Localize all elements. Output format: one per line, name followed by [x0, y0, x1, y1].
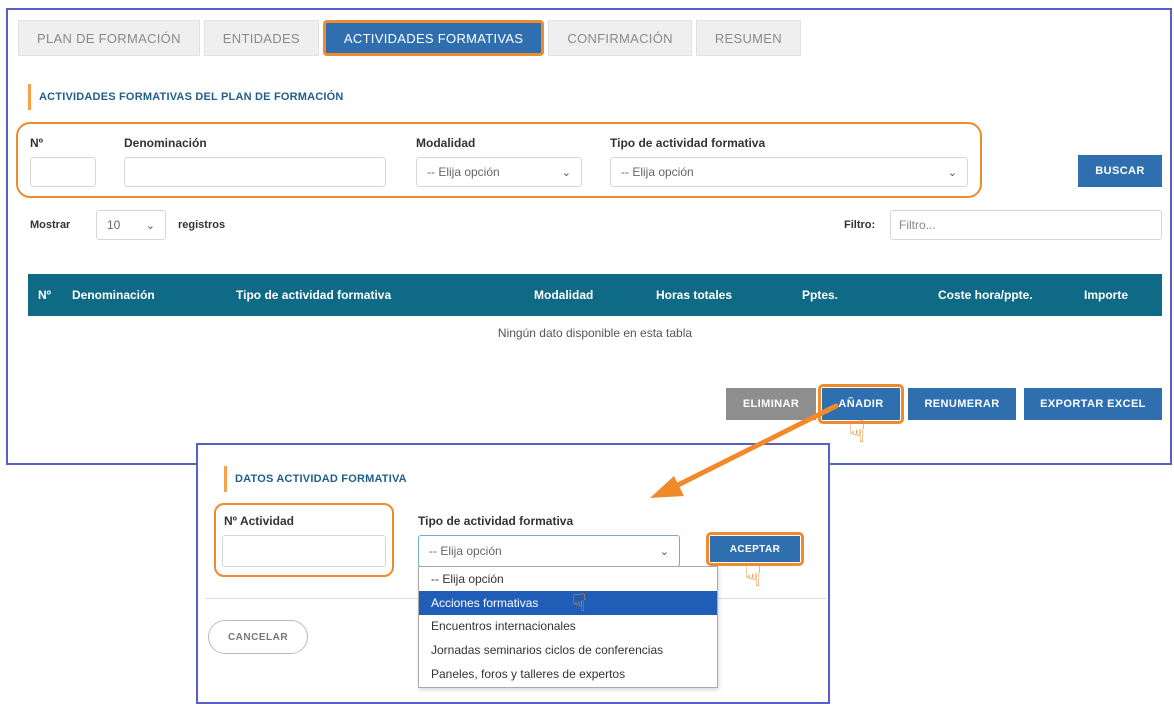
callout-arrow [650, 403, 839, 498]
